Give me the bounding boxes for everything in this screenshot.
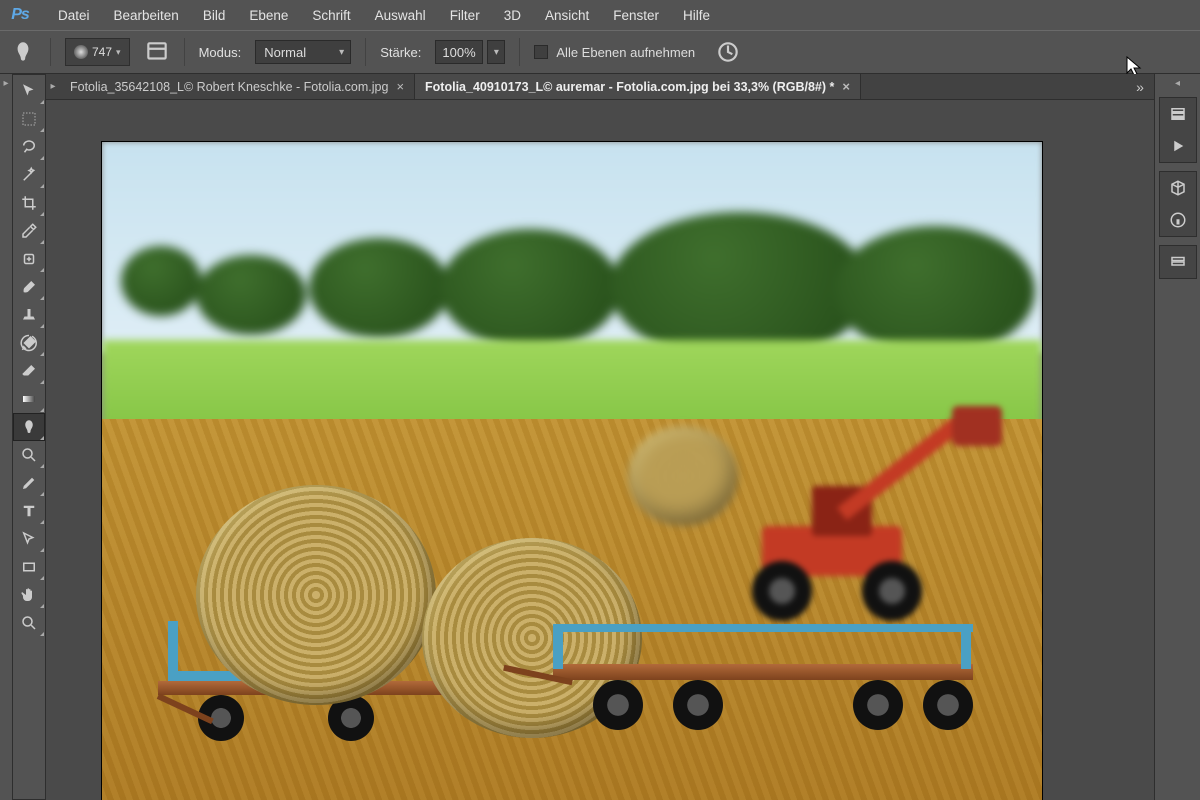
menu-bild[interactable]: Bild: [193, 4, 236, 27]
tool-pen[interactable]: [13, 469, 45, 497]
menu-filter[interactable]: Filter: [440, 4, 490, 27]
document-tab-inactive[interactable]: Fotolia_35642108_L© Robert Kneschke - Fo…: [60, 74, 415, 99]
workspace: ▸ ▸ Fotolia_35642108_L© Robert Kneschke …: [0, 74, 1200, 800]
menu-3d[interactable]: 3D: [494, 4, 531, 27]
mode-label: Modus:: [199, 45, 242, 60]
strength-control[interactable]: 100% ▾: [435, 40, 505, 64]
close-icon[interactable]: ×: [842, 79, 850, 94]
3d-panel-icon[interactable]: [1163, 176, 1193, 200]
brush-panel-toggle-icon[interactable]: [144, 39, 170, 65]
tool-healing-brush[interactable]: [13, 245, 45, 273]
tool-path-select[interactable]: [13, 525, 45, 553]
tool-hand[interactable]: [13, 581, 45, 609]
document-tab-label: Fotolia_35642108_L© Robert Kneschke - Fo…: [70, 80, 388, 94]
tool-magic-wand[interactable]: [13, 161, 45, 189]
strength-label: Stärke:: [380, 45, 421, 60]
tab-expand-handle[interactable]: ▸: [46, 74, 60, 99]
document-tabstrip: ▸ Fotolia_35642108_L© Robert Kneschke - …: [46, 74, 1154, 100]
mode-value: Normal: [264, 45, 306, 60]
dock-group-layers: [1159, 245, 1197, 279]
tool-blur[interactable]: [13, 413, 45, 441]
tab-overflow-button[interactable]: »: [1126, 74, 1154, 99]
menu-hilfe[interactable]: Hilfe: [673, 4, 720, 27]
options-bar: 747 ▾ Modus: Normal Stärke: 100% ▾ Alle …: [0, 30, 1200, 74]
tools-panel: [12, 74, 46, 800]
tool-marquee[interactable]: [13, 105, 45, 133]
document-area: ▸ Fotolia_35642108_L© Robert Kneschke - …: [46, 74, 1154, 800]
separator: [50, 38, 51, 66]
tool-zoom[interactable]: [13, 609, 45, 637]
canvas-image[interactable]: [102, 142, 1042, 800]
tool-type[interactable]: [13, 497, 45, 525]
document-tab-active[interactable]: Fotolia_40910173_L© auremar - Fotolia.co…: [415, 74, 861, 99]
close-icon[interactable]: ×: [396, 79, 404, 94]
canvas-viewport[interactable]: [46, 100, 1154, 800]
tool-move[interactable]: [13, 77, 45, 105]
menu-ansicht[interactable]: Ansicht: [535, 4, 599, 27]
right-panel-dock: ◂: [1154, 74, 1200, 800]
current-tool-icon[interactable]: [10, 39, 36, 65]
actions-panel-icon[interactable]: [1163, 134, 1193, 158]
image-content: [102, 142, 1042, 800]
separator: [365, 38, 366, 66]
history-panel-icon[interactable]: [1163, 102, 1193, 126]
pressure-toggle-icon[interactable]: [715, 39, 741, 65]
menu-ebene[interactable]: Ebene: [239, 4, 298, 27]
chevron-down-icon: ▾: [114, 47, 123, 58]
brush-size-value: 747: [92, 45, 112, 59]
separator: [184, 38, 185, 66]
tool-brush[interactable]: [13, 273, 45, 301]
mode-dropdown[interactable]: Normal: [255, 40, 351, 64]
menu-fenster[interactable]: Fenster: [603, 4, 669, 27]
dock-expand-handle[interactable]: ◂: [1175, 78, 1180, 89]
tool-rectangle[interactable]: [13, 553, 45, 581]
tool-eyedropper[interactable]: [13, 217, 45, 245]
document-tab-label: Fotolia_40910173_L© auremar - Fotolia.co…: [425, 80, 834, 94]
tool-history-brush[interactable]: [13, 329, 45, 357]
layers-panel-icon[interactable]: [1163, 250, 1193, 274]
tool-dodge[interactable]: [13, 441, 45, 469]
left-expand-handle[interactable]: ▸: [0, 74, 12, 800]
dock-group-3d-info: [1159, 171, 1197, 237]
menu-auswahl[interactable]: Auswahl: [365, 4, 436, 27]
brush-preview-icon: [74, 45, 88, 59]
tool-lasso[interactable]: [13, 133, 45, 161]
info-panel-icon[interactable]: [1163, 208, 1193, 232]
strength-value: 100%: [442, 45, 475, 60]
tool-gradient[interactable]: [13, 385, 45, 413]
menu-bearbeiten[interactable]: Bearbeiten: [104, 4, 189, 27]
menu-schrift[interactable]: Schrift: [302, 4, 360, 27]
sample-all-label: Alle Ebenen aufnehmen: [556, 45, 695, 60]
tool-crop[interactable]: [13, 189, 45, 217]
app-logo: Ps: [6, 4, 34, 26]
checkbox-icon: [534, 45, 548, 59]
menu-datei[interactable]: Datei: [48, 4, 100, 27]
brush-preset-picker[interactable]: 747 ▾: [65, 38, 130, 66]
tool-eraser[interactable]: [13, 357, 45, 385]
sample-all-layers-checkbox[interactable]: Alle Ebenen aufnehmen: [534, 45, 695, 60]
menu-bar: Ps Datei Bearbeiten Bild Ebene Schrift A…: [0, 0, 1200, 30]
dock-group-history: [1159, 97, 1197, 163]
separator: [519, 38, 520, 66]
tool-clone-stamp[interactable]: [13, 301, 45, 329]
chevron-down-icon[interactable]: ▾: [487, 40, 505, 64]
